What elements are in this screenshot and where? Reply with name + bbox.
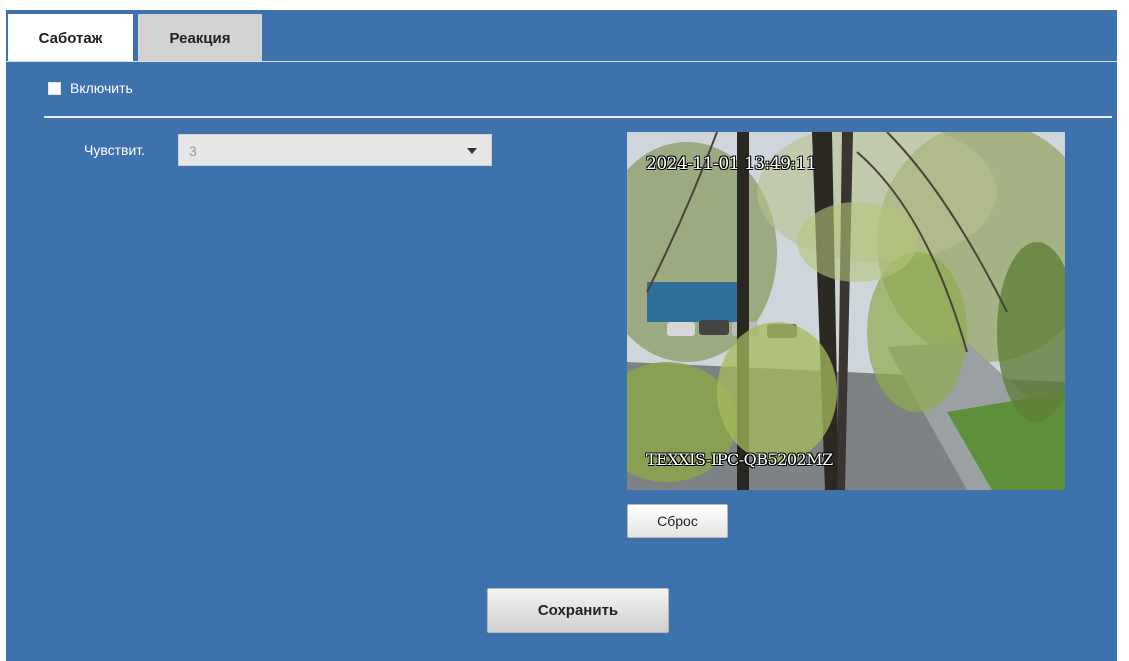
- section-divider: [44, 116, 1112, 118]
- sensitivity-select[interactable]: 3: [178, 134, 492, 166]
- tab-tamper-label: Саботаж: [38, 29, 103, 47]
- sensitivity-value: 3: [189, 143, 197, 159]
- osd-camera-name: TEXXIS-IPC-QB5202MZ: [646, 450, 833, 469]
- tamper-settings-panel: Саботаж Реакция Включить Чувствит. 3 202…: [6, 10, 1117, 661]
- save-button-label: Сохранить: [537, 602, 619, 619]
- tab-reaction-label: Реакция: [169, 29, 231, 47]
- tab-underline: [6, 61, 1117, 62]
- reset-button-label: Сброс: [657, 513, 698, 529]
- enable-label: Включить: [70, 80, 133, 96]
- camera-preview: 2024-11-01 13:49:11 TEXXIS-IPC-QB5202MZ: [627, 132, 1065, 490]
- save-button[interactable]: Сохранить: [487, 588, 669, 633]
- enable-checkbox[interactable]: [48, 81, 61, 95]
- reset-button[interactable]: Сброс: [627, 504, 728, 538]
- osd-timestamp: 2024-11-01 13:49:11: [646, 154, 817, 174]
- camera-scene-image: [627, 132, 1065, 490]
- tab-reaction[interactable]: Реакция: [138, 14, 262, 62]
- sensitivity-label: Чувствит.: [84, 142, 146, 158]
- enable-row: Включить: [48, 80, 133, 96]
- chevron-down-icon: [467, 148, 477, 154]
- tab-tamper[interactable]: Саботаж: [8, 14, 133, 62]
